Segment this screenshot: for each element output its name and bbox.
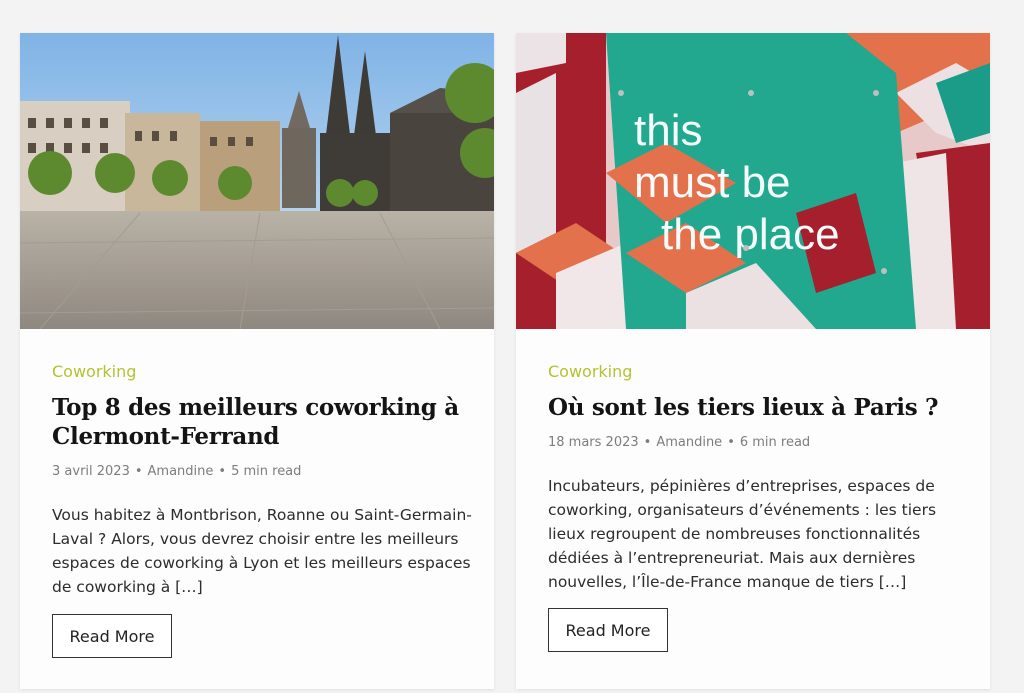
- post-body: Coworking Où sont les tiers lieux à Pari…: [548, 357, 968, 610]
- post-author[interactable]: Amandine: [656, 435, 722, 450]
- post-body: Coworking Top 8 des meilleurs coworking …: [52, 357, 472, 615]
- meta-separator: •: [218, 464, 227, 479]
- post-author[interactable]: Amandine: [148, 464, 214, 479]
- post-excerpt: Incubateurs, pépinières d’entreprises, e…: [548, 477, 937, 591]
- meta-separator: •: [643, 435, 652, 450]
- neon-sign-image: this must be the place: [516, 33, 990, 329]
- post-category[interactable]: Coworking: [52, 361, 136, 383]
- post-meta: 18 mars 2023 • Amandine • 6 min read: [548, 434, 968, 452]
- post-date: 18 mars 2023: [548, 435, 639, 450]
- read-more-button[interactable]: Read More: [548, 608, 668, 652]
- blog-post-grid: Coworking Top 8 des meilleurs coworking …: [20, 33, 991, 693]
- meta-separator: •: [727, 435, 735, 450]
- post-thumbnail[interactable]: this must be the place: [516, 33, 990, 329]
- post-card: Coworking Top 8 des meilleurs coworking …: [20, 33, 494, 689]
- post-category[interactable]: Coworking: [548, 361, 632, 383]
- post-excerpt: Vous habitez à Montbrison, Roanne ou Sai…: [52, 506, 472, 596]
- neon-line-3: the place: [661, 210, 840, 259]
- meta-separator: •: [134, 464, 143, 479]
- post-meta: 3 avril 2023 • Amandine • 5 min read: [52, 463, 472, 481]
- neon-line-1: this: [634, 106, 702, 155]
- post-read-time: 5 min read: [231, 464, 302, 479]
- neon-line-2: must be: [634, 158, 791, 207]
- post-thumbnail[interactable]: [20, 33, 494, 329]
- read-more-button[interactable]: Read More: [52, 614, 172, 658]
- post-card: this must be the place Coworking Où sont…: [516, 33, 990, 689]
- post-read-time: 6 min read: [739, 435, 811, 450]
- clermont-square-image: [20, 33, 494, 329]
- post-title[interactable]: Où sont les tiers lieux à Paris ?: [548, 393, 968, 422]
- post-title[interactable]: Top 8 des meilleurs coworking à Clermont…: [52, 393, 472, 451]
- post-date: 3 avril 2023: [52, 464, 130, 479]
